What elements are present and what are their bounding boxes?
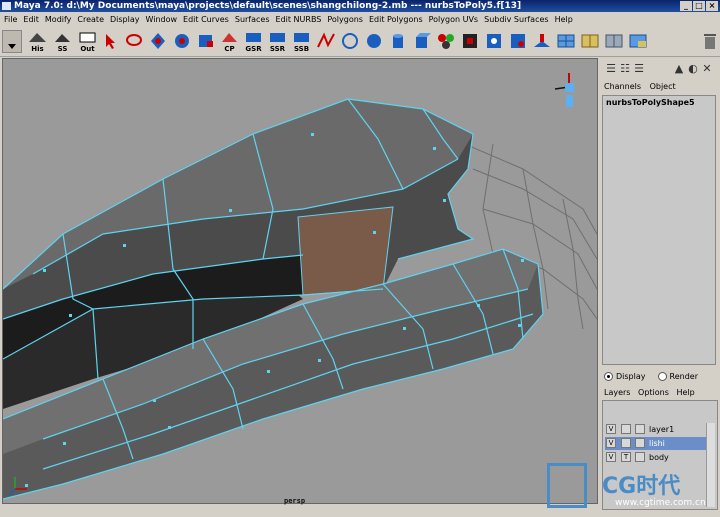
cube-icon[interactable]	[412, 31, 432, 51]
ssb-button[interactable]: SSB	[291, 30, 312, 53]
layer-name: layer1	[649, 425, 675, 434]
panel-mode-icons: ☰ ☷ ☰ ▲ ◐ ✕	[600, 58, 720, 80]
layer-row[interactable]: V lishi	[605, 437, 707, 450]
lasso-icon[interactable]	[124, 31, 144, 51]
menu-options[interactable]: Options	[638, 388, 669, 397]
visibility-toggle[interactable]: V	[606, 424, 616, 434]
shelf-menu-arrow[interactable]	[2, 30, 22, 53]
maximize-button[interactable]: □	[693, 1, 705, 11]
scale-icon[interactable]	[196, 31, 216, 51]
template-toggle[interactable]	[621, 438, 631, 448]
uv-tool-icon[interactable]	[484, 31, 504, 51]
sculpt-icon[interactable]: ◐	[686, 62, 700, 76]
menu-help[interactable]: Help	[552, 12, 576, 27]
visibility-toggle[interactable]: V	[606, 438, 616, 448]
menu-create[interactable]: Create	[74, 12, 107, 27]
menu-window[interactable]: Window	[143, 12, 181, 27]
move-icon[interactable]	[148, 31, 168, 51]
rotate-icon[interactable]	[172, 31, 192, 51]
grid-mixed-icon[interactable]	[628, 31, 648, 51]
ssr-button[interactable]: SSR	[267, 30, 288, 53]
select-arrow-icon[interactable]	[100, 31, 120, 51]
channel-box-menu: Channels Object	[604, 82, 682, 91]
title-bar: Maya 7.0: d:\My Documents\maya\projects\…	[0, 0, 720, 12]
layer-name: lishi	[649, 439, 665, 448]
menu-polygons[interactable]: Polygons	[324, 12, 366, 27]
tab-channels[interactable]: Channels	[604, 82, 641, 91]
menu-subdiv-surfaces[interactable]: Subdiv Surfaces	[481, 12, 551, 27]
view-axis-gizmo	[554, 73, 574, 107]
extrude-icon[interactable]	[532, 31, 552, 51]
main-menu-bar: File Edit Modify Create Display Window E…	[0, 12, 720, 27]
status-line	[0, 505, 600, 517]
window-controls: _ □ ×	[680, 1, 718, 11]
watermark-brand: CG时代	[602, 474, 681, 499]
render-mode-label: Render	[669, 372, 698, 381]
menu-file[interactable]: File	[0, 12, 20, 27]
curve-edit-icon[interactable]	[316, 31, 336, 51]
layer-color-swatch[interactable]	[635, 424, 645, 434]
menu-edit-nurbs[interactable]: Edit NURBS	[273, 12, 325, 27]
cylinder-icon[interactable]	[388, 31, 408, 51]
camera-label: persp	[284, 497, 306, 505]
channel-box-icon[interactable]: ☰	[604, 62, 618, 76]
sphere-icon[interactable]	[364, 31, 384, 51]
render-radio-icon[interactable]	[657, 372, 667, 381]
grid-blue-icon[interactable]	[556, 31, 576, 51]
outliner-button[interactable]: Out	[77, 30, 98, 53]
display-mode-label: Display	[616, 372, 646, 381]
window-title: Maya 7.0: d:\My Documents\maya\projects\…	[14, 1, 522, 11]
menu-edit-curves[interactable]: Edit Curves	[180, 12, 232, 27]
subdiv-tool-icon[interactable]	[508, 31, 528, 51]
watermark-logo	[547, 463, 587, 508]
layer-color-swatch[interactable]	[635, 438, 645, 448]
tab-object[interactable]: Object	[650, 82, 676, 91]
menu-layer-help[interactable]: Help	[676, 388, 694, 397]
selected-face[interactable]	[297, 206, 394, 296]
menu-display[interactable]: Display	[107, 12, 143, 27]
menu-edit-polygons[interactable]: Edit Polygons	[366, 12, 426, 27]
layer-mode-toggle: Display Render	[604, 372, 698, 381]
grid-yellow-icon[interactable]	[580, 31, 600, 51]
menu-surfaces[interactable]: Surfaces	[232, 12, 273, 27]
circle-icon[interactable]	[340, 31, 360, 51]
watermark: CG时代 www.cgtime.com.cn	[545, 460, 720, 515]
menu-edit[interactable]: Edit	[20, 12, 42, 27]
minimize-button[interactable]: _	[680, 1, 692, 11]
maya-app-icon	[2, 2, 11, 10]
gsr-button[interactable]: GSR	[243, 30, 264, 53]
cp-button[interactable]: CP	[219, 30, 240, 53]
channel-layer-icon[interactable]: ☰	[632, 62, 646, 76]
trash-icon[interactable]	[702, 31, 720, 51]
ss-button[interactable]: SS	[52, 30, 73, 53]
perspective-viewport[interactable]	[2, 58, 598, 504]
menu-polygon-uvs[interactable]: Polygon UVs	[426, 12, 481, 27]
menu-modify[interactable]: Modify	[42, 12, 75, 27]
watermark-url: www.cgtime.com.cn	[615, 498, 706, 508]
shader-balls-icon[interactable]	[436, 31, 456, 51]
menu-layers[interactable]: Layers	[604, 388, 630, 397]
display-radio-icon[interactable]	[604, 372, 613, 381]
render-mode-radio[interactable]: Render	[657, 372, 698, 381]
shelf: His SS Out CP GSR SSR SSB	[0, 27, 720, 57]
tool-settings-icon[interactable]: ✕	[700, 62, 714, 76]
display-mode-radio[interactable]: Display	[604, 372, 646, 381]
object-name[interactable]: nurbsToPolyShape5	[606, 98, 695, 107]
close-button[interactable]: ×	[706, 1, 718, 11]
layer-editor-icon[interactable]: ☷	[618, 62, 632, 76]
paint-icon[interactable]: ▲	[672, 62, 686, 76]
channel-box: nurbsToPolyShape5	[602, 95, 716, 365]
template-toggle[interactable]	[621, 424, 631, 434]
viewport-scene[interactable]	[3, 59, 597, 503]
history-button[interactable]: His	[27, 30, 48, 53]
grid-gray-icon[interactable]	[604, 31, 624, 51]
layer-menu: Layers Options Help	[604, 388, 700, 397]
poly-tool-icon[interactable]	[460, 31, 480, 51]
layer-row[interactable]: V layer1	[605, 423, 707, 436]
